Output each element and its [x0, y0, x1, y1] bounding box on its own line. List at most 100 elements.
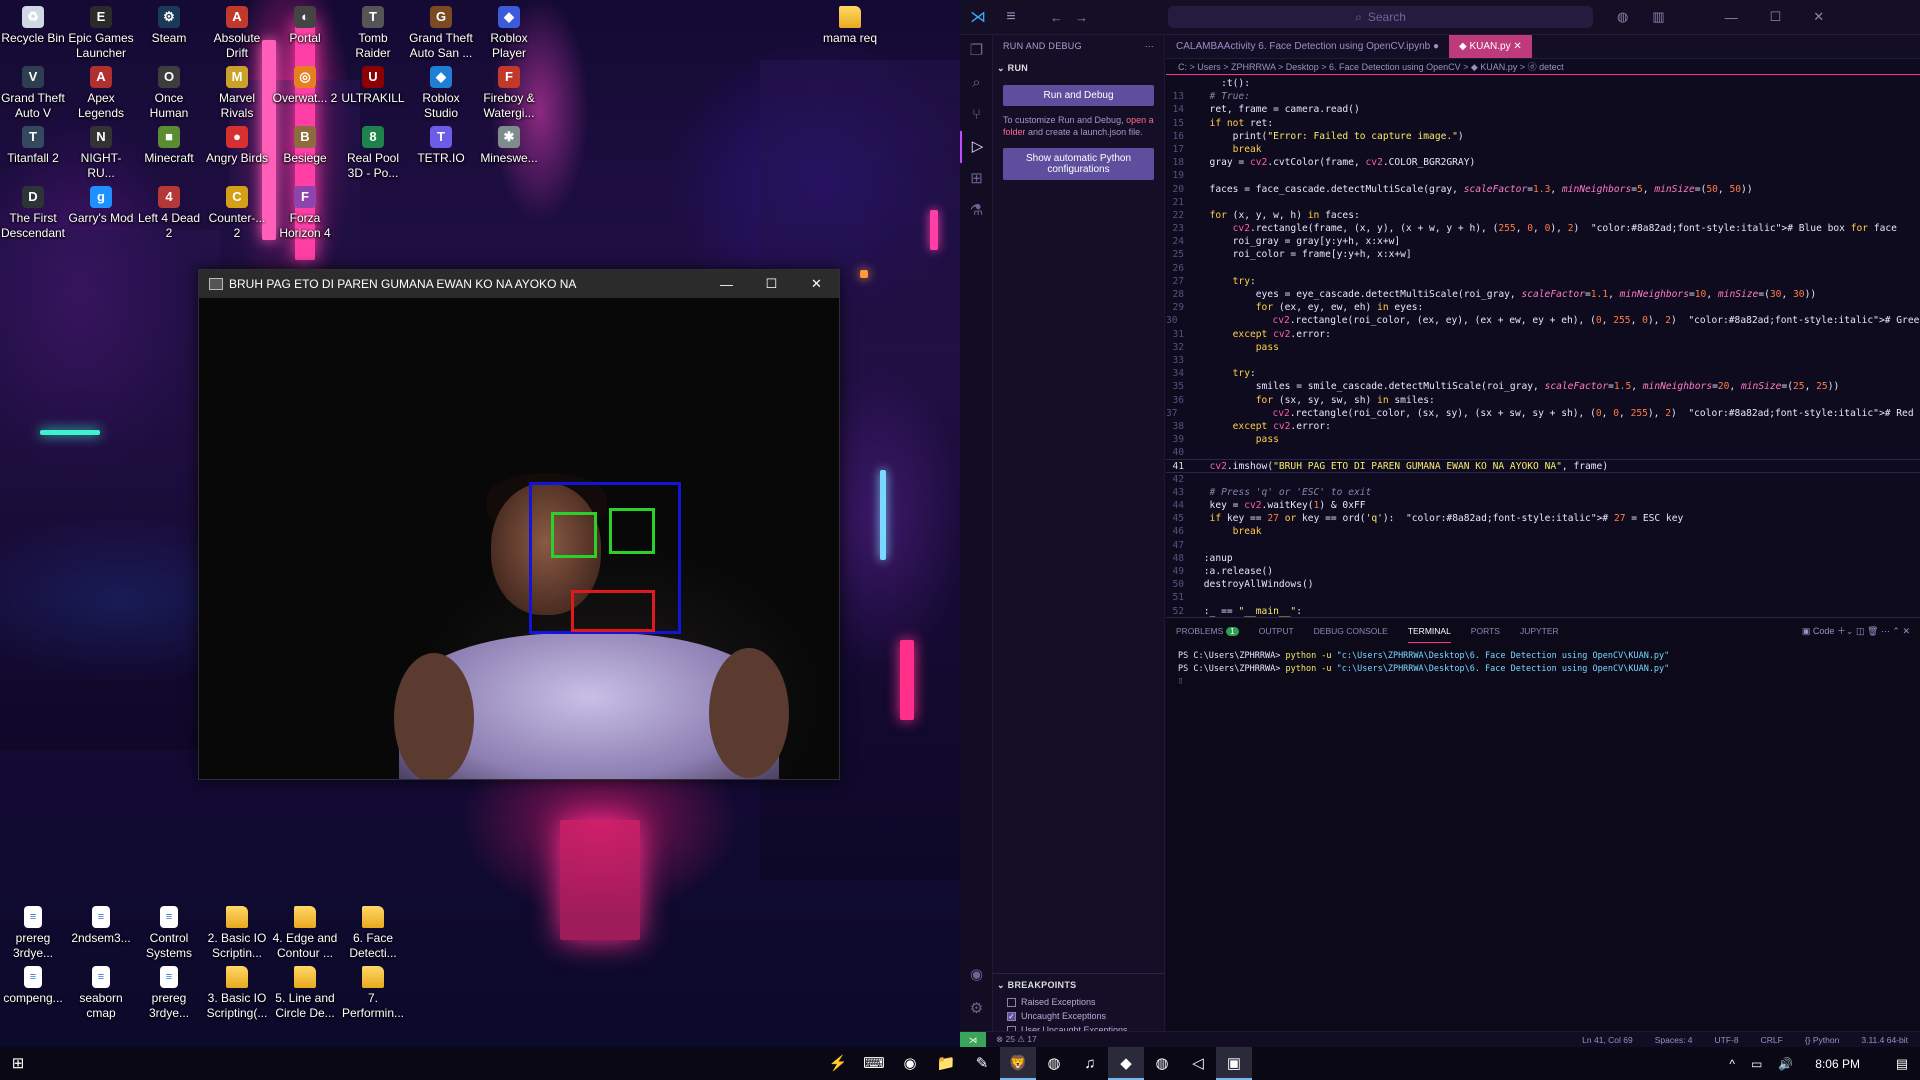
add-terminal-icon[interactable]: ＋⌄ [1837, 626, 1856, 636]
tray-icon[interactable]: 🔊 [1778, 1057, 1793, 1071]
desktop-icon[interactable]: 6. Face Detecti... [340, 900, 406, 961]
breakpoint-item[interactable]: Raised Exceptions [993, 995, 1165, 1009]
desktop-icon[interactable]: ≡ compeng... [0, 960, 66, 1006]
desktop-icon[interactable]: B Besiege [272, 120, 338, 166]
start-button[interactable]: ⊞ [0, 1047, 36, 1080]
remote-indicator[interactable]: ⋊ [960, 1031, 986, 1048]
desktop-icon[interactable]: U ULTRAKILL [340, 60, 406, 106]
notification-center-icon[interactable]: ▤ [1884, 1047, 1920, 1080]
desktop-icon[interactable]: ◐ Portal [272, 0, 338, 46]
desktop-icon[interactable]: A Apex Legends [68, 60, 134, 121]
forward-arrow-icon[interactable]: → [1075, 10, 1088, 25]
status-item[interactable]: 3.11.4 64-bit [1861, 1035, 1908, 1045]
taskbar-app-icon[interactable]: ◉ [892, 1047, 928, 1080]
desktop-icon[interactable]: O Once Human [136, 60, 202, 121]
maximize-window-icon[interactable]: ☐ [1770, 9, 1782, 25]
desktop-icon[interactable]: C Counter-... 2 [204, 180, 270, 241]
desktop-icon[interactable]: N NIGHT-RU... PROLOGUE [68, 120, 134, 181]
taskbar-app-icon[interactable]: ◆ [1108, 1047, 1144, 1080]
desktop-icon[interactable]: E Epic Games Launcher [68, 0, 134, 61]
run-debug-icon[interactable]: ▷ [960, 131, 993, 163]
desktop-icon[interactable]: ≡ seaborn cmap [68, 960, 134, 1021]
desktop-icon[interactable]: ≡ prereg 3rdye... [0, 900, 66, 961]
copilot-icon[interactable]: ◍ [1617, 9, 1628, 25]
explorer-icon[interactable]: ❐ [960, 35, 993, 67]
taskbar-app-icon[interactable]: ◁ [1180, 1047, 1216, 1080]
taskbar-app-icon[interactable]: ⚡ [820, 1047, 856, 1080]
panel-tab[interactable]: JUPYTER [1520, 620, 1559, 642]
status-item[interactable]: Spaces: 4 [1655, 1035, 1693, 1045]
status-item[interactable]: UTF-8 [1715, 1035, 1739, 1045]
command-search-box[interactable]: ⌕ Search [1168, 6, 1593, 28]
taskbar-app-icon[interactable]: 🦁 [1000, 1047, 1036, 1080]
layout-icon[interactable]: ▥ [1652, 9, 1664, 25]
tray-icon[interactable]: ▭ [1751, 1057, 1762, 1071]
testing-icon[interactable]: ⚗ [960, 195, 993, 227]
desktop-icon[interactable]: 2. Basic IO Scriptin... [204, 900, 270, 961]
taskbar-clock[interactable]: 8:06 PM [1815, 1057, 1860, 1071]
desktop-icon[interactable]: ≡ prereg 3rdye... [136, 960, 202, 1021]
desktop-icon[interactable]: T Titanfall 2 [0, 120, 66, 166]
desktop-icon[interactable]: M Marvel Rivals [204, 60, 270, 121]
show-python-configs-button[interactable]: Show automatic Python configurations [1003, 148, 1154, 180]
desktop-icon[interactable]: ♻ Recycle Bin [0, 0, 66, 46]
editor-tab[interactable]: CALAMBAActivity 6. Face Detection using … [1166, 35, 1449, 58]
status-item[interactable]: Ln 41, Col 69 [1582, 1035, 1633, 1045]
desktop-icon[interactable]: D The First Descendant [0, 180, 66, 241]
taskbar-app-icon[interactable]: ◍ [1036, 1047, 1072, 1080]
search-icon[interactable]: ⌕ [960, 67, 993, 99]
more-actions-icon[interactable]: ⋯ [1145, 35, 1154, 57]
camera-window[interactable]: BRUH PAG ETO DI PAREN GUMANA EWAN KO NA … [198, 269, 840, 780]
checkbox[interactable] [1007, 997, 1016, 1007]
taskbar-app-icon[interactable]: ♫ [1072, 1047, 1108, 1080]
desktop-icon[interactable]: ◆ Roblox Studio [408, 60, 474, 121]
account-icon[interactable]: ◉ [960, 959, 993, 991]
desktop-icon[interactable]: A Absolute Drift [204, 0, 270, 61]
editor-tab[interactable]: ◆ KUAN.py ✕ [1449, 35, 1532, 58]
panel-tab[interactable]: PORTS [1471, 620, 1500, 642]
panel-tab[interactable]: PROBLEMS 1 [1176, 620, 1239, 642]
back-arrow-icon[interactable]: ← [1050, 10, 1063, 25]
maximize-panel-icon[interactable]: ⌃ [1892, 626, 1902, 636]
status-item[interactable]: CRLF [1761, 1035, 1783, 1045]
desktop-icon[interactable]: 4. Edge and Contour ... [272, 900, 338, 961]
desktop-icon[interactable]: 4 Left 4 Dead 2 [136, 180, 202, 241]
trash-icon[interactable]: 🗑 [1867, 626, 1881, 636]
desktop-icon[interactable]: G Grand Theft Auto San ... [408, 0, 474, 61]
desktop-icon[interactable]: T Tomb Raider [340, 0, 406, 61]
desktop-icon[interactable]: ◎ Overwat... 2 [272, 60, 338, 106]
panel-tab[interactable]: TERMINAL [1407, 620, 1451, 643]
panel-tab[interactable]: DEBUG CONSOLE [1314, 620, 1388, 642]
settings-gear-icon[interactable]: ⚙ [960, 993, 993, 1025]
desktop-icon[interactable]: 7. Performin... [340, 960, 406, 1021]
taskbar-app-icon[interactable]: ⌨ [856, 1047, 892, 1080]
taskbar-app-icon[interactable]: 📁 [928, 1047, 964, 1080]
camera-window-titlebar[interactable]: BRUH PAG ETO DI PAREN GUMANA EWAN KO NA … [199, 270, 839, 298]
source-control-icon[interactable]: ⑂ [960, 99, 993, 131]
desktop-icon[interactable]: ≡ 2ndsem3... [68, 900, 134, 946]
breakpoint-item[interactable]: ✓ Uncaught Exceptions [993, 1009, 1165, 1023]
extensions-icon[interactable]: ⊞ [960, 163, 993, 195]
close-window-icon[interactable]: ✕ [1813, 9, 1824, 25]
maximize-button[interactable]: ☐ [749, 270, 794, 298]
panel-tab[interactable]: OUTPUT [1259, 620, 1294, 642]
problems-count[interactable]: ⊗ 25 ⚠ 17 [996, 1034, 1037, 1045]
desktop-icon[interactable]: T TETR.IO [408, 120, 474, 166]
desktop-icon[interactable]: V Grand Theft Auto V [0, 60, 66, 121]
status-item[interactable]: {} Python [1805, 1035, 1840, 1045]
breadcrumb[interactable]: C: > Users > ZPHRRWA > Desktop > 6. Face… [1166, 59, 1920, 75]
desktop-icon[interactable]: 5. Line and Circle De... [272, 960, 338, 1021]
desktop-icon[interactable]: ◆ Roblox Player [476, 0, 542, 61]
close-panel-icon[interactable]: ✕ [1902, 626, 1910, 636]
desktop-icon[interactable]: g Garry's Mod [68, 180, 134, 226]
taskbar-app-icon[interactable]: ▣ [1216, 1047, 1252, 1080]
desktop-icon[interactable]: F Forza Horizon 4 [272, 180, 338, 241]
tray-icon[interactable]: ^ [1729, 1057, 1735, 1071]
close-button[interactable]: ✕ [794, 270, 839, 298]
run-section-header[interactable]: ⌄ RUN [993, 57, 1164, 79]
desktop-icon[interactable]: ≡ Control Systems E... [136, 900, 202, 961]
minimize-button[interactable]: — [704, 270, 749, 298]
desktop-icon[interactable]: ● Angry Birds [204, 120, 270, 166]
desktop-icon[interactable]: ⚙ Steam [136, 0, 202, 46]
hamburger-menu-icon[interactable]: ≡ [996, 8, 1026, 26]
